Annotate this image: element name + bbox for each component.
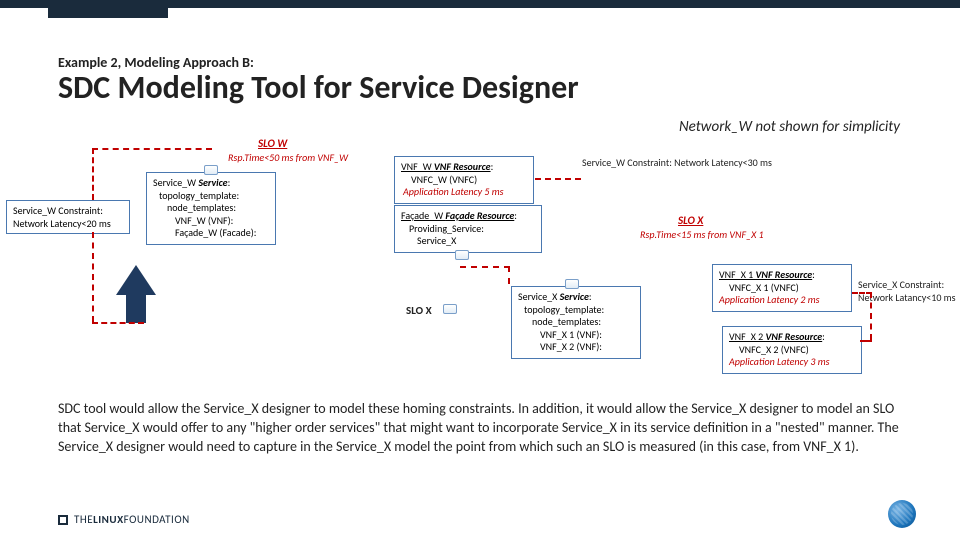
sw-l3: node_templates: [153, 202, 269, 215]
sw-l5: Façade_W (Facade): [153, 227, 269, 240]
box-service-w: Service_W Service: topology_template: no… [146, 172, 276, 245]
lf-a: THE [74, 513, 93, 526]
sx-l1b: Service [560, 290, 589, 303]
sw-l1a: Service_W [153, 176, 198, 189]
dash-1 [92, 148, 212, 150]
box-vnf-w: VNF_W VNF Resource: VNFC_W (VNFC) Applic… [394, 156, 534, 204]
dash-5v [870, 292, 872, 340]
top-notch [48, 8, 168, 18]
vw-lat: Application Latency 5 ms [401, 186, 527, 199]
sx-l1a: Service_X [518, 290, 560, 303]
constraint-w30: Service_W Constraint: Network Latency<30… [582, 156, 772, 169]
dash-1v [92, 148, 94, 200]
sw-l1c: : [228, 176, 231, 189]
vw-l1c: : [491, 160, 494, 173]
x2-l1a: VNF_X 2 [729, 330, 765, 343]
fw-l3: Service_X [401, 235, 535, 248]
x1-l1b: VNF Resource [755, 268, 812, 281]
fw-l1c: : [514, 209, 517, 222]
dash-4v [508, 266, 510, 284]
lf-c: FOUNDATION [124, 513, 190, 526]
body-paragraph: SDC tool would allow the Service_X desig… [58, 400, 914, 457]
x2-lat: Application Latency 3 ms [729, 356, 855, 369]
page-title: SDC Modeling Tool for Service Designer [58, 68, 579, 107]
fw-l1a: Façade_W [401, 209, 445, 222]
top-bar [0, 0, 960, 8]
dash-4 [460, 266, 510, 268]
up-arrow-icon [118, 265, 154, 323]
dash-3 [535, 178, 581, 180]
handle-fw-bottom [455, 250, 469, 260]
sx-l1c: : [589, 290, 592, 303]
x2-l1b: VNF Resource [765, 330, 822, 343]
handle-slox [443, 304, 457, 314]
box-facade-w: Façade_W Façade Resource: Providing_Serv… [394, 205, 542, 253]
lf-square-icon [58, 515, 68, 525]
vw-l1a: VNF_W [401, 160, 434, 173]
handle-sw-top [204, 165, 218, 175]
sw-l1b: Service [198, 176, 227, 189]
slo-x-label: SLO X [678, 214, 703, 227]
slo-w-label: SLO W [258, 137, 287, 150]
sx-l5: VNF_X 2 (VNF): [518, 341, 634, 354]
fw-l1b: Façade Resource [445, 209, 514, 222]
vw-l1b: VNF Resource [434, 160, 491, 173]
box-vnf-x2: VNF_X 2 VNF Resource: VNFC_X 2 (VNFC) Ap… [722, 326, 862, 374]
constraint-x10: Service_X Constraint: Network Latancy<10… [858, 278, 958, 304]
box-vnf-x1: VNF_X 1 VNF Resource: VNFC_X 1 (VNFC) Ap… [712, 264, 852, 312]
dash-2h [92, 322, 144, 324]
handle-sx-top [565, 279, 579, 289]
att-globe-icon [888, 500, 916, 528]
x1-lat: Application Latency 2 ms [719, 294, 845, 307]
x1-l1a: VNF_X 1 [719, 268, 755, 281]
dash-5 [852, 292, 872, 294]
lf-b: LINUX [93, 513, 124, 526]
x1-l1c: : [812, 268, 815, 281]
constraint-w20: Service_W Constraint: Network Latency<20… [6, 200, 130, 234]
linux-foundation-logo: THELINUXFOUNDATION [58, 513, 190, 526]
sx-l3: node_templates: [518, 316, 634, 329]
box-service-x: Service_X Service: topology_template: no… [511, 286, 641, 359]
dash-5h2 [860, 340, 872, 342]
dash-2v [92, 232, 94, 322]
slo-w-detail: Rsp.Time<50 ms from VNF_W [228, 151, 348, 164]
slo-x-detail: Rsp.Time<15 ms from VNF_X 1 [640, 228, 764, 241]
slox-left-label: SLO X [406, 304, 432, 317]
x2-l1c: : [822, 330, 825, 343]
slide: Example 2, Modeling Approach B: SDC Mode… [0, 0, 960, 540]
subtitle: Network_W not shown for simplicity [679, 118, 900, 136]
